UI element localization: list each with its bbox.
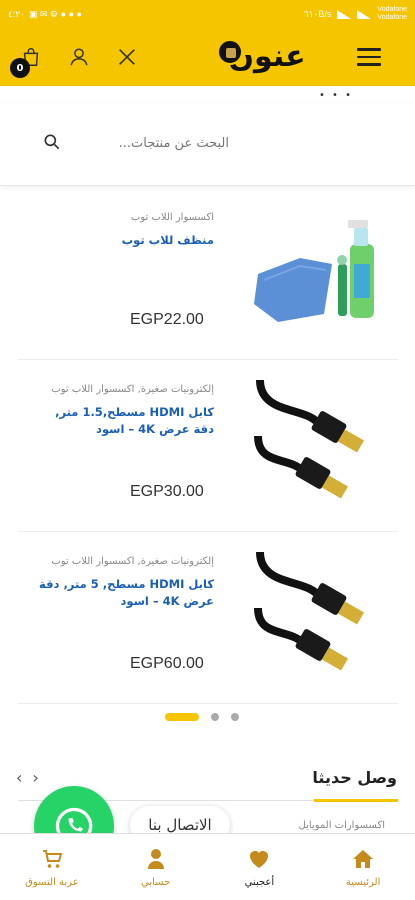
signal-icon — [337, 9, 352, 19]
carousel-dot[interactable] — [231, 713, 239, 721]
status-time: ٤:٢٠ — [8, 8, 26, 19]
product-card[interactable]: إلكترونيات صغيرة, اكسسوار اللاب توب كابل… — [18, 532, 398, 704]
network-speed: ٦١٠B/s — [303, 8, 332, 19]
latest-product-category[interactable]: اكسسوارات الموبايل — [299, 820, 385, 831]
nav-item-cart[interactable]: عربة التسوق — [0, 834, 104, 900]
product-card[interactable]: إلكترونيات صغيرة, اكسسوار اللاب توب كابل… — [18, 360, 398, 532]
product-price: EGP22.00 — [130, 311, 204, 328]
chevron-left-icon[interactable]: ‹ — [16, 768, 22, 787]
carrier-2: Vodafone — [377, 14, 407, 21]
nav-label: أعجبني — [244, 876, 275, 888]
search-panel — [0, 104, 415, 186]
hamburger-menu-icon[interactable] — [357, 48, 381, 66]
nav-label: الرئيسية — [345, 876, 381, 888]
product-image-hdmi-cable[interactable] — [250, 548, 380, 678]
signal-icon-2 — [357, 9, 372, 19]
heart-icon — [250, 850, 269, 868]
product-price: EGP30.00 — [130, 483, 204, 500]
status-bar: ٤:٢٠ ▣ ✉ ⚙ ● ● ● ٦١٠B/s Vodafone Vodafon… — [0, 0, 415, 28]
product-category[interactable]: إلكترونيات صغيرة, اكسسوار اللاب توب — [34, 556, 214, 567]
product-price: EGP60.00 — [130, 655, 204, 672]
brand-logo[interactable]: عنون — [217, 36, 317, 76]
product-title[interactable]: منظف للاب توب — [34, 232, 214, 249]
nav-item-account[interactable]: حسابي — [104, 834, 208, 900]
product-image-cleaner[interactable] — [250, 204, 380, 334]
status-icons: ▣ ✉ ⚙ ● ● ● — [29, 8, 82, 19]
product-list: اكسسوار اللاب توب منظف للاب توب EGP22.00… — [18, 188, 398, 704]
product-title[interactable]: كابل HDMI مسطح, 5 متر, دقة عرض 4K – اسود — [34, 576, 214, 610]
carousel-arrows: ‹ › — [16, 768, 39, 787]
product-category[interactable]: إلكترونيات صغيرة, اكسسوار اللاب توب — [34, 384, 214, 395]
carousel-dot[interactable] — [211, 713, 219, 721]
carousel-dot-active[interactable] — [165, 713, 199, 721]
section-title-latest: وصل حديثا — [312, 768, 397, 787]
user-icon[interactable] — [66, 44, 92, 70]
nav-label: حسابي — [140, 876, 171, 888]
close-icon[interactable] — [114, 44, 140, 70]
search-icon[interactable] — [42, 132, 62, 152]
search-input[interactable] — [69, 136, 229, 151]
carousel-pagination — [165, 713, 239, 721]
nav-item-home[interactable]: الرئيسية — [311, 834, 415, 900]
sheet-handle: • • • — [318, 90, 353, 101]
carrier-1: Vodafone — [377, 6, 407, 13]
person-icon — [147, 848, 164, 869]
cart-icon — [42, 849, 63, 868]
cart-count-badge: 0 — [10, 58, 30, 78]
home-icon — [353, 849, 374, 868]
app-header: 0 عنون — [0, 28, 415, 86]
bottom-navigation: عربة التسوق حسابي أعجبني الرئيسية — [0, 833, 415, 900]
product-card[interactable]: اكسسوار اللاب توب منظف للاب توب EGP22.00 — [18, 188, 398, 360]
product-image-hdmi-cable[interactable] — [250, 376, 380, 506]
nav-item-wishlist[interactable]: أعجبني — [208, 834, 312, 900]
logo-badge-icon — [217, 39, 243, 65]
nav-label: عربة التسوق — [25, 876, 79, 888]
product-category[interactable]: اكسسوار اللاب توب — [34, 212, 214, 223]
chevron-right-icon[interactable]: › — [32, 768, 38, 787]
product-title[interactable]: كابل HDMI مسطح,1.5 متر, دقة عرض 4K – اسو… — [34, 404, 214, 438]
